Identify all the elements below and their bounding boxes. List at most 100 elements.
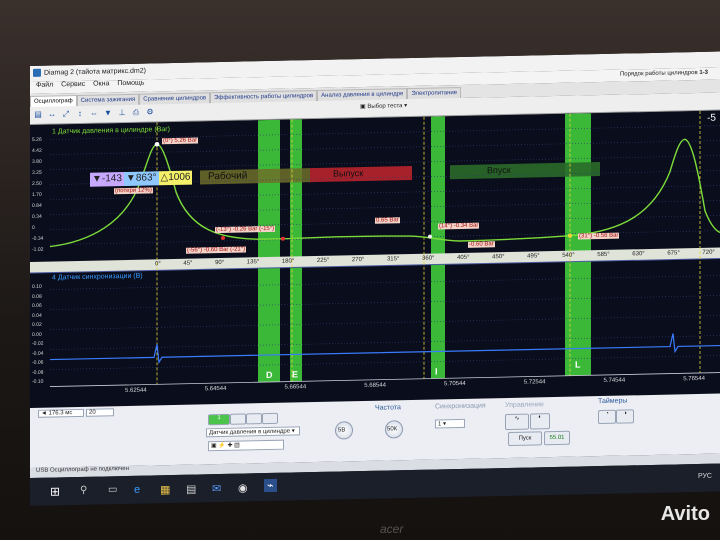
marker-dot-2[interactable]	[281, 236, 285, 241]
store-icon[interactable]: ▤	[186, 483, 196, 496]
edge-icon[interactable]: e	[134, 484, 140, 496]
timer-2-button[interactable]: ◑	[616, 409, 634, 424]
time-tick: 5.64544	[204, 385, 227, 393]
filter-icon[interactable]: ▼	[103, 108, 113, 118]
sync-value: 1	[438, 421, 442, 428]
ch4-tick: 0.02	[32, 321, 42, 328]
print-icon[interactable]: ⎙	[131, 108, 141, 118]
avito-watermark: Avito	[660, 503, 710, 525]
channel-count-select[interactable]: 20	[86, 408, 114, 417]
channel-select[interactable]: Датчик давления в цилиндре ▾	[206, 426, 300, 438]
peak-marker[interactable]	[154, 142, 160, 147]
annotation-5: -0.60 Bar	[468, 241, 495, 248]
ch1-tick: 4.42	[32, 147, 42, 154]
settings-icon[interactable]: ⚙	[145, 107, 155, 117]
sync-select[interactable]: 1 ▾	[435, 418, 465, 429]
start-button[interactable]: Пуск	[508, 431, 542, 446]
angle-tick: 495°	[527, 253, 540, 260]
annotation-4: (14°) -0.34 Bar	[438, 222, 480, 230]
time-tick: 5.76544	[683, 375, 705, 383]
marker-l-label: L	[575, 359, 581, 370]
language-indicator[interactable]: РУС	[698, 473, 712, 480]
ch1-tick: 0.34	[32, 213, 42, 220]
marker-d-label: D	[266, 369, 273, 381]
search-icon[interactable]: ⚲	[80, 485, 87, 496]
sync-label: Синхронизация	[435, 402, 486, 411]
measure-b-value: 863°	[135, 172, 157, 184]
timebase-value: 176.3 мс	[48, 410, 73, 417]
angle-tick: 585°	[597, 251, 610, 259]
ch4-tick: 0.00	[32, 331, 42, 338]
angle-tick: 360°	[422, 255, 435, 262]
menu-help[interactable]: Помощь	[117, 80, 144, 88]
time-tick: 5.74544	[603, 377, 626, 384]
ch4-tick: -0.10	[32, 378, 44, 385]
measure-icon[interactable]: ⇔	[89, 109, 99, 119]
angle-tick: 135°	[246, 259, 260, 266]
timer-1-button[interactable]: ◔	[598, 409, 616, 425]
ch1-tick: -1.02	[32, 246, 44, 253]
annotation-1: (-13°) -0.26 Bar (-15°)	[215, 225, 276, 234]
marker-i-label: I	[435, 366, 438, 377]
diamag-taskbar-icon[interactable]: ⌁	[264, 478, 277, 493]
engine-order-label: Порядок работы цилиндров	[619, 70, 698, 78]
task-view-icon[interactable]: ▭	[108, 484, 117, 495]
zoom-icon[interactable]: ⤢	[61, 109, 71, 119]
angle-tick: 405°	[457, 254, 470, 262]
channel-tab-3[interactable]	[246, 413, 262, 425]
test-select[interactable]: ▣ Выбор теста ▾	[360, 102, 407, 110]
angle-tick: 630°	[632, 251, 645, 258]
menu-file[interactable]: Файл	[36, 82, 53, 89]
marker-dot-1[interactable]	[221, 235, 225, 240]
measure-readout[interactable]: ▼-143 ▼863° △1006	[90, 170, 193, 187]
menu-service[interactable]: Сервис	[61, 81, 85, 89]
ch1-tick: 0	[32, 224, 35, 231]
channel-tab-2[interactable]	[230, 413, 246, 425]
measure-a-value: -143	[101, 173, 122, 185]
ch4-tick: 0.10	[32, 283, 42, 290]
angle-tick: 180°	[281, 258, 295, 265]
channel-tab-4[interactable]	[262, 412, 278, 425]
ch4-tick: 0.04	[32, 312, 42, 319]
window-title: Diamag 2 (тайота матрикс.dm2)	[44, 67, 146, 77]
trace-mode-button[interactable]: ∿	[505, 413, 529, 431]
annotation-3: 0.65 Bar	[375, 217, 400, 224]
angle-tick: 45°	[183, 260, 193, 267]
ch1-tick: 1.70	[32, 191, 42, 198]
ch4-tick: 0.06	[32, 302, 42, 309]
pause-button[interactable]: ◐	[530, 413, 550, 430]
phase-exhaust-label: Выпуск	[333, 168, 364, 179]
ch4-tick: -0.08	[32, 369, 44, 376]
ch4-scale: 0.10 0.08 0.06 0.04 0.02 0.00 -0.02 -0.0…	[32, 283, 43, 388]
chrome-icon[interactable]: ◉	[238, 481, 248, 494]
channel-count-value: 20	[89, 409, 96, 416]
marker-icon[interactable]: ⊥	[117, 108, 127, 118]
freq-value: 50К	[387, 426, 398, 433]
measure-c: △1006	[158, 170, 193, 186]
menu-windows[interactable]: Окна	[93, 80, 109, 87]
time-tick: 5.72544	[523, 379, 546, 386]
start-button-label: Пуск	[518, 435, 532, 442]
windows-start-icon[interactable]: ⊞	[50, 484, 60, 498]
timebase-select[interactable]: ◄ 176.3 мс	[38, 408, 84, 418]
angle-tick: 90°	[215, 259, 225, 267]
ch1-tick: 0.84	[32, 202, 42, 209]
open-icon[interactable]: ▤	[33, 110, 43, 120]
oscilloscope-plot[interactable]: 1 Датчик давления в цилиндре (Bar) 4 Дат…	[30, 110, 720, 408]
zoom-fit-icon[interactable]: ↔	[47, 109, 57, 119]
explorer-icon[interactable]: ▦	[160, 483, 170, 496]
mail-icon[interactable]: ✉	[212, 482, 221, 495]
channel-tab-1[interactable]: 1	[208, 413, 230, 426]
channel-icons[interactable]: ▣ ⚡ ✚ ▤	[208, 439, 284, 452]
top-right-value: -5	[707, 112, 716, 124]
engine-order-value[interactable]: 1-3	[699, 70, 708, 76]
ch4-tick: -0.04	[32, 350, 44, 357]
measure-c-value: 1006	[168, 171, 191, 184]
cursor-icon[interactable]: ↕	[75, 109, 85, 119]
angle-tick: 270°	[351, 256, 365, 264]
test-select-label: Выбор теста	[367, 103, 403, 110]
angle-tick: 0°	[155, 261, 161, 268]
ch1-scale: 5.26 4.42 3.80 3.25 2.50 1.70 0.84 0.34 …	[32, 135, 43, 256]
measure-b: ▼863°	[123, 171, 159, 187]
angle-tick: 720°	[702, 249, 715, 256]
